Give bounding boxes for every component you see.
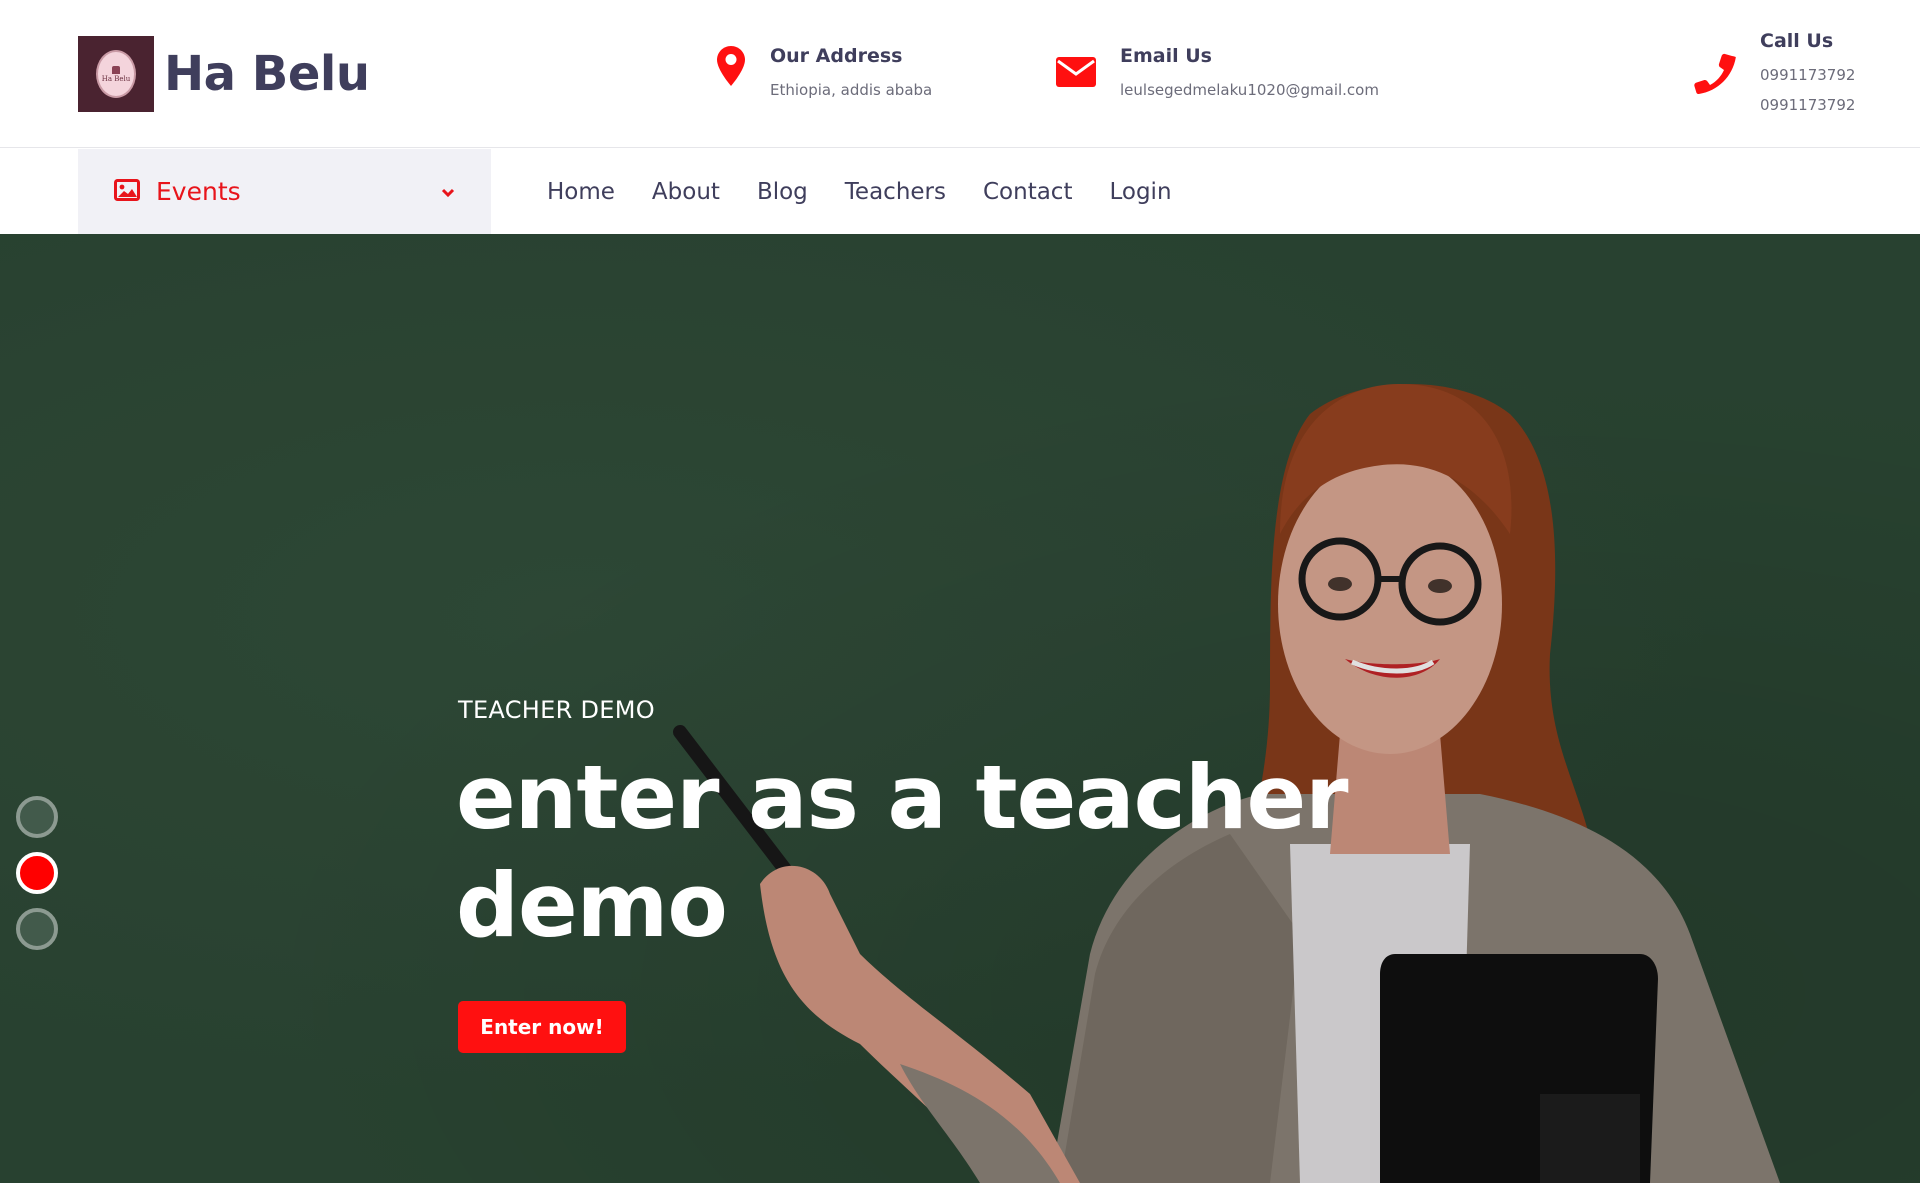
phone-number-2[interactable]: 0991173792 <box>1760 96 1855 114</box>
hero-teacher-image <box>0 234 1920 1183</box>
nav-item-teachers[interactable]: Teachers <box>845 179 946 205</box>
enter-now-button[interactable]: Enter now! <box>458 1001 626 1053</box>
brand-name: Ha Belu <box>164 46 370 102</box>
phone-number-1[interactable]: 0991173792 <box>1760 66 1855 84</box>
nav-item-blog[interactable]: Blog <box>757 179 808 205</box>
slider-pagination <box>16 796 58 964</box>
events-dropdown-label: Events <box>156 177 241 206</box>
address-value: Ethiopia, addis ababa <box>770 81 933 99</box>
slider-dot-1[interactable] <box>16 796 58 838</box>
nav-item-login[interactable]: Login <box>1109 179 1171 205</box>
brand-logo-link[interactable]: Ha Belu Ha Belu <box>78 36 370 112</box>
email-link[interactable]: leulsegedmelaku1020@gmail.com <box>1120 81 1379 99</box>
slider-dot-3[interactable] <box>16 908 58 950</box>
main-navbar: Events Home About Blog Teachers Contact … <box>0 149 1920 234</box>
map-pin-icon <box>716 45 746 87</box>
nav-item-about[interactable]: About <box>652 179 720 205</box>
nav-item-contact[interactable]: Contact <box>983 179 1072 205</box>
chevron-down-icon <box>441 183 455 202</box>
hero-headline: enter as a teacher demo <box>456 746 1349 957</box>
logo-building-icon <box>112 65 120 74</box>
brand-logo: Ha Belu <box>78 36 154 112</box>
phone-icon <box>1694 52 1736 94</box>
slider-dot-2[interactable] <box>16 852 58 894</box>
envelope-icon <box>1056 57 1096 87</box>
nav-item-home[interactable]: Home <box>547 179 615 205</box>
nav-menu: Home About Blog Teachers Contact Login <box>547 149 1209 234</box>
hero-eyebrow: TEACHER DEMO <box>458 696 655 724</box>
address-label: Our Address <box>770 45 903 67</box>
hero-slider: TEACHER DEMO enter as a teacher demo Ent… <box>0 234 1920 1183</box>
logo-text: Ha Belu <box>101 74 131 83</box>
logo-emblem: Ha Belu <box>96 50 136 98</box>
call-label: Call Us <box>1760 30 1834 52</box>
email-label: Email Us <box>1120 45 1212 67</box>
events-dropdown[interactable]: Events <box>78 149 491 234</box>
site-header: Ha Belu Ha Belu Our Address Ethiopia, ad… <box>0 0 1920 148</box>
call-info: Call Us 0991173792 0991173792 <box>1694 30 1855 114</box>
address-info: Our Address Ethiopia, addis ababa <box>716 45 932 99</box>
email-info: Email Us leulsegedmelaku1020@gmail.com <box>1056 45 1379 99</box>
image-icon <box>114 178 140 205</box>
